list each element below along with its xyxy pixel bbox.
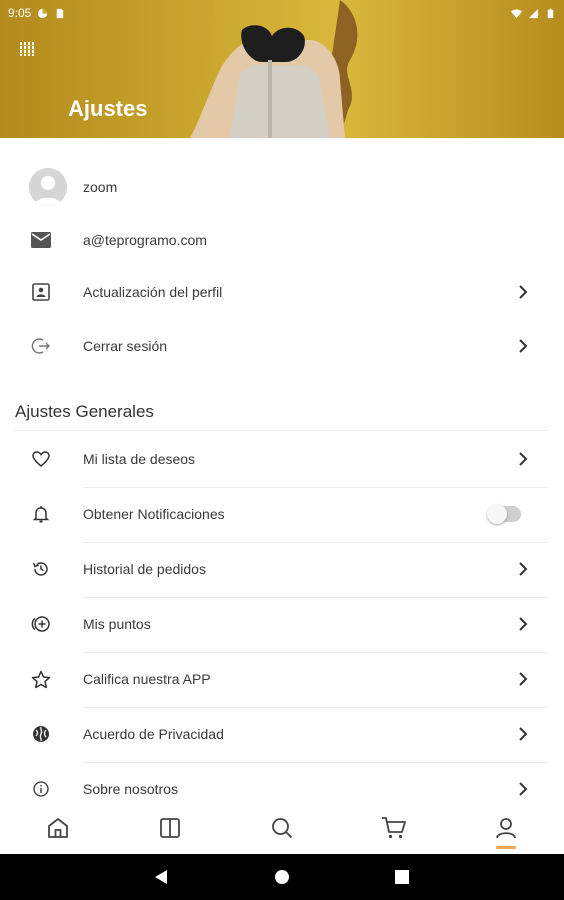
status-bar: 9:05 [0,0,564,26]
heart-icon [29,447,53,471]
media-icon [38,8,48,18]
username-row: zoom [0,160,564,214]
divider [15,430,548,431]
home-icon [48,818,68,838]
page-title: Ajustes [68,96,148,121]
sim-card-icon [57,8,64,18]
catalog-icon [160,818,180,838]
points-label: Mis puntos [83,616,151,632]
notifications-toggle[interactable] [487,504,521,524]
nav-cart[interactable] [372,802,416,854]
order-history-row[interactable]: Historial de pedidos [0,542,564,596]
chevron-right-icon [515,781,531,797]
info-icon [29,777,53,801]
privacy-row[interactable]: Acuerdo de Privacidad [0,707,564,761]
system-back-button[interactable] [150,867,172,887]
system-home-button[interactable] [271,867,293,887]
settings-content: zoom a@teprogramo.com Actualización del … [0,138,564,802]
username-label: zoom [83,179,118,195]
email-row: a@teprogramo.com [0,213,564,267]
bottom-navigation [0,802,564,854]
chevron-right-icon [515,561,531,577]
nav-active-indicator [496,846,516,849]
profile-card-icon [29,280,53,304]
profile-update-label: Actualización del perfil [83,284,223,300]
nav-profile[interactable] [484,802,528,854]
cart-icon [382,817,406,839]
home-circle-icon [275,870,289,884]
wishlist-label: Mi lista de deseos [83,451,196,467]
status-time: 9:05 [8,6,32,20]
profile-update-row[interactable]: Actualización del perfil [0,265,564,319]
points-row[interactable]: Mis puntos [0,597,564,651]
profile-icon [496,818,516,839]
nav-home[interactable] [36,802,80,854]
privacy-icon [29,722,53,746]
back-icon [155,870,167,884]
chevron-right-icon [515,284,531,300]
privacy-label: Acuerdo de Privacidad [83,726,224,742]
header-banner: 9:05 Ajustes [0,0,564,138]
section-title-general: Ajustes Generales [15,402,154,421]
grid-menu-icon [20,42,34,56]
about-row[interactable]: Sobre nosotros [0,762,564,802]
about-label: Sobre nosotros [83,781,178,797]
grid-menu-button[interactable] [18,40,36,58]
rate-app-label: Califica nuestra APP [83,671,211,687]
signal-icon [528,8,539,18]
logout-icon [29,334,53,358]
wifi-icon [511,8,522,18]
toggle-knob [487,504,507,524]
chevron-right-icon [515,338,531,354]
email-label: a@teprogramo.com [83,232,207,248]
order-history-label: Historial de pedidos [83,561,206,577]
search-icon [272,818,293,839]
star-icon [29,667,53,691]
chevron-right-icon [515,726,531,742]
system-recents-button[interactable] [391,867,413,887]
wishlist-row[interactable]: Mi lista de deseos [0,432,564,486]
notifications-label: Obtener Notificaciones [83,506,225,522]
nav-catalog[interactable] [148,802,192,854]
chevron-right-icon [515,616,531,632]
bell-icon [29,502,53,526]
email-icon [29,228,53,252]
logout-row[interactable]: Cerrar sesión [0,319,564,373]
nav-search[interactable] [260,802,304,854]
logout-label: Cerrar sesión [83,338,168,354]
history-icon [29,557,53,581]
chevron-right-icon [515,451,531,467]
notifications-row: Obtener Notificaciones [0,487,564,541]
system-navigation-bar [0,854,564,900]
recents-icon [395,870,409,884]
battery-icon [547,8,554,18]
chevron-right-icon [515,671,531,687]
rate-app-row[interactable]: Califica nuestra APP [0,652,564,706]
points-icon [29,612,53,636]
